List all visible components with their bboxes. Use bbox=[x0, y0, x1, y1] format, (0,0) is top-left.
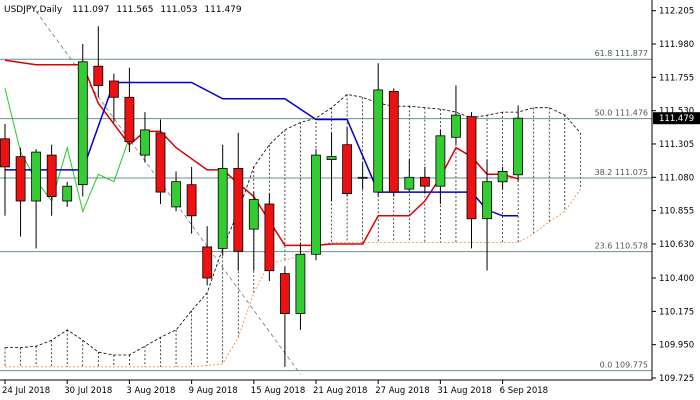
candle-body bbox=[497, 170, 508, 183]
candle-body bbox=[186, 184, 197, 217]
candle-body bbox=[388, 91, 399, 193]
fib-level-label: 38.2 111.075 bbox=[595, 168, 648, 177]
candle-body bbox=[404, 176, 415, 190]
symbol-label: USDJPY,Daily bbox=[4, 5, 63, 15]
candle-body bbox=[373, 89, 384, 193]
time-tick-label: 15 Aug 2018 bbox=[251, 386, 305, 396]
time-tick-label: 27 Aug 2018 bbox=[375, 386, 429, 396]
ohlc-open: 111.097 bbox=[72, 5, 109, 15]
ohlc-low: 111.053 bbox=[160, 5, 197, 15]
candle-body bbox=[295, 253, 306, 314]
price-tick-label: 110.855 bbox=[659, 207, 694, 217]
candle-body bbox=[155, 132, 166, 193]
candle-body bbox=[46, 154, 57, 198]
chart-title: USDJPY,Daily 111.097 111.565 111.053 111… bbox=[4, 5, 242, 15]
time-tick-label: 21 Aug 2018 bbox=[313, 386, 367, 396]
ohlc-high: 111.565 bbox=[116, 5, 153, 15]
candle-body bbox=[248, 199, 259, 230]
time-tick-label: 9 Aug 2018 bbox=[189, 386, 238, 396]
usdjpy-chart: 61.8 111.877 50.0 111.476 38.2 111.075 23.6… bbox=[0, 0, 700, 400]
time-tick-label: 31 Aug 2018 bbox=[437, 386, 491, 396]
price-tick-label: 110.400 bbox=[659, 274, 694, 284]
price-tick-label: 111.305 bbox=[659, 140, 694, 150]
candle-body bbox=[342, 144, 353, 194]
candle-body bbox=[0, 138, 10, 168]
candle-body bbox=[466, 116, 477, 220]
candle-body bbox=[15, 156, 26, 202]
fib-level-label: 61.8 111.877 bbox=[595, 49, 648, 58]
fib-level-label: 0.0 109.775 bbox=[600, 361, 648, 370]
price-tick-label: 109.725 bbox=[659, 374, 694, 384]
candle-body bbox=[435, 135, 446, 187]
price-tick-label: 110.630 bbox=[659, 240, 694, 250]
candle-body bbox=[326, 156, 337, 161]
candle-body bbox=[482, 181, 493, 220]
candle-body bbox=[233, 167, 244, 252]
candle-body bbox=[419, 176, 430, 187]
candle-body bbox=[109, 80, 119, 98]
time-tick-label: 6 Sep 2018 bbox=[500, 386, 548, 396]
candle-body bbox=[124, 96, 135, 143]
candle-body bbox=[140, 129, 150, 156]
candle-body bbox=[31, 151, 42, 202]
price-tick-label: 110.175 bbox=[659, 307, 694, 317]
candle-body bbox=[217, 167, 228, 249]
price-tick-label: 111.080 bbox=[659, 173, 694, 183]
fib-level-label: 50.0 111.476 bbox=[595, 109, 648, 118]
candle-body bbox=[62, 185, 73, 202]
candle-body bbox=[93, 65, 104, 86]
price-tick-label: 111.980 bbox=[659, 40, 694, 50]
ohlc-close: 111.479 bbox=[204, 5, 241, 15]
candle-body bbox=[451, 114, 461, 138]
candle-body bbox=[311, 154, 321, 255]
price-tick-label: 111.755 bbox=[659, 73, 694, 83]
time-tick-label: 30 Jul 2018 bbox=[64, 386, 112, 396]
candle-body bbox=[77, 61, 88, 186]
time-tick-label: 24 Jul 2018 bbox=[2, 386, 50, 396]
candle-body bbox=[357, 176, 368, 179]
candle-body bbox=[171, 181, 182, 208]
candle-body bbox=[513, 117, 523, 176]
candle-body bbox=[264, 203, 275, 272]
fib-level-label: 23.6 110.578 bbox=[595, 242, 648, 251]
candle-body bbox=[279, 273, 290, 315]
price-tick-label: 112.205 bbox=[659, 7, 694, 17]
candle-body bbox=[202, 246, 213, 279]
current-price-label: 111.479 bbox=[659, 114, 694, 124]
price-tick-label: 109.950 bbox=[659, 341, 694, 351]
time-tick-label: 3 Aug 2018 bbox=[126, 386, 175, 396]
